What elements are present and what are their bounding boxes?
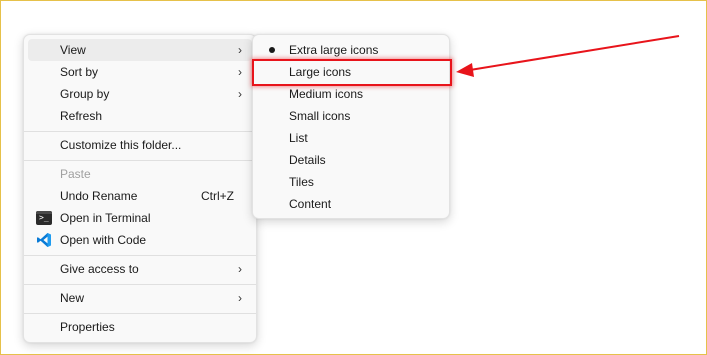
terminal-icon: >_ [36,211,52,225]
submenu-item-label: Small icons [289,109,351,123]
submenu-item-label: Tiles [289,175,314,189]
menu-item-give-access[interactable]: Give access to › [28,258,252,280]
menu-separator [24,131,256,132]
submenu-item-details[interactable]: Details [257,149,445,171]
menu-item-open-in-terminal[interactable]: >_ Open in Terminal [28,207,252,229]
context-menu: View › Sort by › Group by › Refresh Cust… [23,34,257,343]
menu-item-customize-folder[interactable]: Customize this folder... [28,134,252,156]
menu-item-label: View [60,43,86,57]
submenu-item-list[interactable]: List [257,127,445,149]
menu-item-label: Refresh [60,109,103,123]
view-submenu: Extra large icons Large icons Medium ico… [252,34,450,219]
menu-item-sort-by[interactable]: Sort by › [28,61,252,83]
chevron-right-icon: › [238,291,242,305]
menu-separator [24,313,256,314]
submenu-item-extra-large-icons[interactable]: Extra large icons [257,39,445,61]
submenu-item-label: Medium icons [289,87,364,101]
menu-item-label: Open with Code [60,233,147,247]
menu-item-label: Give access to [60,262,139,276]
submenu-item-label: Large icons [289,65,352,79]
menu-item-paste: Paste [28,163,252,185]
submenu-item-label: List [289,131,308,145]
menu-item-label: New [60,291,85,305]
chevron-right-icon: › [238,43,242,57]
menu-separator [24,255,256,256]
menu-item-group-by[interactable]: Group by › [28,83,252,105]
menu-item-properties[interactable]: Properties [28,316,252,338]
menu-item-label: Customize this folder... [60,138,182,152]
submenu-item-label: Content [289,197,332,211]
submenu-item-large-icons[interactable]: Large icons [257,61,445,83]
bullet-icon [269,47,275,53]
menu-item-label: Properties [60,320,115,334]
menu-item-new[interactable]: New › [28,287,252,309]
submenu-item-content[interactable]: Content [257,193,445,215]
vscode-icon [37,233,51,247]
shortcut-text: Ctrl+Z [201,189,234,203]
chevron-right-icon: › [238,262,242,276]
menu-item-label: Sort by [60,65,99,79]
menu-item-label: Open in Terminal [60,211,151,225]
menu-item-open-with-code[interactable]: Open with Code [28,229,252,251]
chevron-right-icon: › [238,65,242,79]
menu-item-label: Undo Rename [60,189,138,203]
menu-item-undo-rename[interactable]: Undo Rename Ctrl+Z [28,185,252,207]
menu-item-label: Paste [60,167,91,181]
menu-item-label: Group by [60,87,110,101]
menu-separator [24,160,256,161]
submenu-item-tiles[interactable]: Tiles [257,171,445,193]
submenu-item-small-icons[interactable]: Small icons [257,105,445,127]
submenu-item-medium-icons[interactable]: Medium icons [257,83,445,105]
submenu-item-label: Extra large icons [289,43,379,57]
menu-separator [24,284,256,285]
menu-item-view[interactable]: View › [28,39,252,61]
submenu-item-label: Details [289,153,326,167]
menu-item-refresh[interactable]: Refresh [28,105,252,127]
chevron-right-icon: › [238,87,242,101]
